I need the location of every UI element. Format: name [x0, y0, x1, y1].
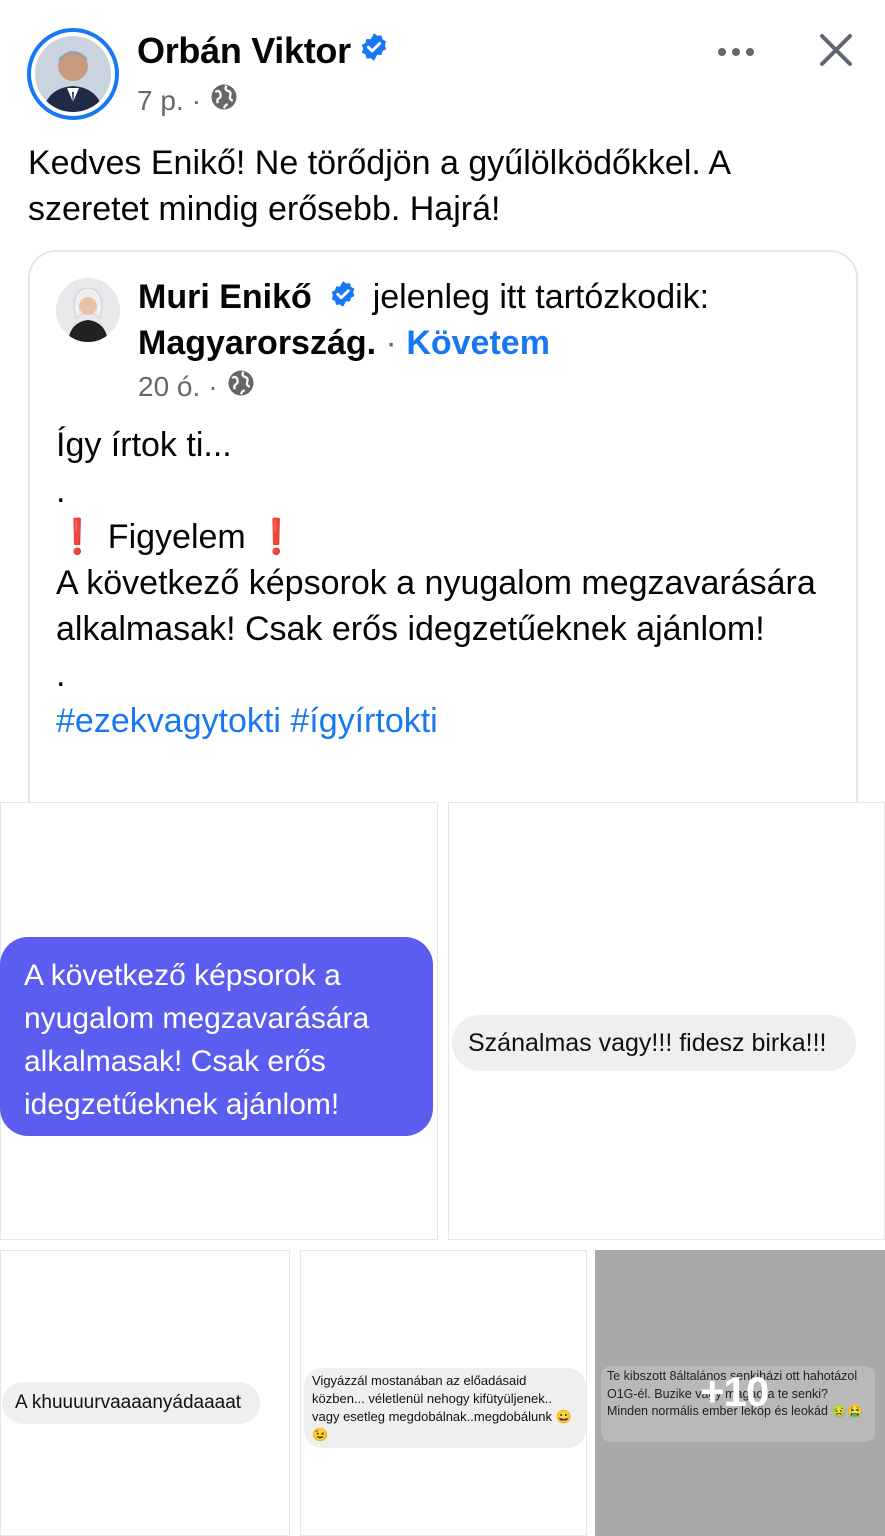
- exclamation-icon: ❗: [56, 518, 99, 556]
- post-text: Kedves Enikő! Ne törődjön a gyűlölködőkk…: [28, 144, 730, 228]
- hashtags[interactable]: #ezekvagytokti #ígyírtokti: [56, 698, 836, 744]
- message-bubble: A következő képsorok a nyugalom megzavar…: [0, 937, 433, 1136]
- location-name[interactable]: Magyarország.: [138, 324, 376, 362]
- shared-body: Így írtok ti... . ❗ Figyelem ❗ A követke…: [56, 422, 836, 744]
- more-photos-count[interactable]: +10: [700, 1368, 769, 1416]
- shared-meta: 20 ó. ·: [138, 368, 256, 405]
- globe-icon: [209, 82, 239, 119]
- exclamation-icon: ❗: [255, 518, 298, 556]
- shared-header: Muri Enikő jelenleg itt tartózkodik: Mag…: [138, 274, 838, 366]
- shared-author-name[interactable]: Muri Enikő: [138, 278, 312, 316]
- close-icon[interactable]: [812, 26, 860, 74]
- shared-time[interactable]: 20 ó.: [138, 371, 200, 403]
- follow-button[interactable]: Követem: [406, 324, 550, 362]
- comment-bubble: Szánalmas vagy!!! fidesz birka!!!: [452, 1015, 856, 1071]
- avatar-photo: [35, 36, 111, 112]
- comment-bubble: A khuuuurvaaaanyádaaaat: [2, 1382, 260, 1424]
- post-meta: 7 p. ·: [137, 82, 239, 119]
- post-header: Orbán Viktor 7 p. ·: [0, 0, 885, 125]
- comment-bubble: Vigyázzál mostanában az előadásaid közbe…: [304, 1368, 586, 1448]
- location-prefix: jelenleg itt tartózkodik:: [372, 278, 710, 316]
- author-name[interactable]: Orbán Viktor: [137, 30, 389, 72]
- more-options-icon[interactable]: [712, 34, 760, 70]
- shared-line1: Így írtok ti...: [56, 426, 232, 464]
- shared-body-text: A következő képsorok a nyugalom megzavar…: [56, 564, 816, 648]
- verified-badge-icon: [329, 274, 357, 320]
- author-avatar[interactable]: [27, 28, 119, 120]
- post-time[interactable]: 7 p.: [137, 85, 184, 117]
- shared-post-card[interactable]: Muri Enikő jelenleg itt tartózkodik: Mag…: [28, 250, 858, 810]
- shared-author-avatar[interactable]: [56, 278, 120, 342]
- warning-line: ❗ Figyelem ❗: [56, 518, 298, 556]
- globe-icon: [226, 368, 256, 405]
- verified-badge-icon: [359, 29, 389, 71]
- dot-line: .: [56, 472, 66, 510]
- shared-avatar-photo: [56, 278, 120, 342]
- dot-line: .: [56, 656, 66, 694]
